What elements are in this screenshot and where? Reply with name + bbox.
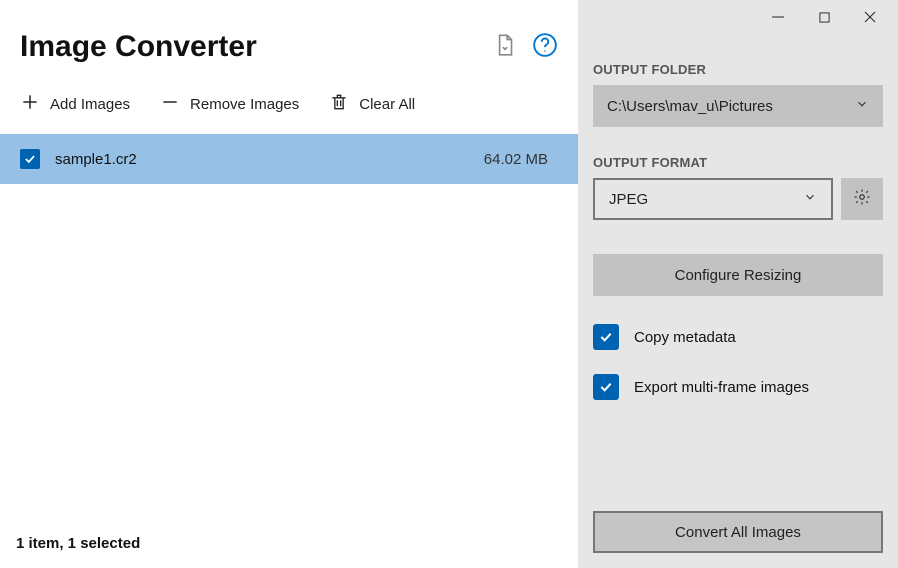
gear-icon (853, 188, 871, 211)
convert-all-label: Convert All Images (675, 524, 801, 541)
clear-all-label: Clear All (359, 96, 415, 113)
output-format-value: JPEG (609, 191, 648, 208)
minimize-button[interactable] (769, 8, 787, 26)
configure-resizing-button[interactable]: Configure Resizing (593, 254, 883, 296)
output-folder-value: C:\Users\mav_u\Pictures (607, 98, 773, 115)
add-images-label: Add Images (50, 96, 130, 113)
output-folder-select[interactable]: C:\Users\mav_u\Pictures (593, 85, 883, 127)
file-list: sample1.cr2 64.02 MB (0, 134, 578, 523)
add-images-button[interactable]: Add Images (20, 92, 130, 116)
remove-images-button[interactable]: Remove Images (160, 92, 299, 116)
check-icon (593, 374, 619, 400)
file-checkbox[interactable] (20, 149, 40, 169)
minus-icon (160, 92, 180, 116)
output-folder-label: OUTPUT FOLDER (593, 62, 883, 77)
file-name: sample1.cr2 (55, 151, 137, 168)
close-button[interactable] (861, 8, 879, 26)
copy-metadata-checkbox[interactable]: Copy metadata (593, 324, 883, 350)
clear-all-button[interactable]: Clear All (329, 92, 415, 116)
configure-resizing-label: Configure Resizing (675, 267, 802, 284)
convert-all-button[interactable]: Convert All Images (593, 511, 883, 553)
page-title: Image Converter (20, 30, 257, 64)
help-icon[interactable] (532, 32, 558, 63)
document-icon[interactable] (492, 32, 518, 63)
output-format-select[interactable]: JPEG (593, 178, 833, 220)
export-multiframe-checkbox[interactable]: Export multi-frame images (593, 374, 883, 400)
chevron-down-icon (803, 190, 817, 208)
maximize-button[interactable] (815, 8, 833, 26)
export-multiframe-label: Export multi-frame images (634, 379, 809, 396)
status-bar: 1 item, 1 selected (0, 523, 578, 568)
list-item[interactable]: sample1.cr2 64.02 MB (0, 134, 578, 184)
remove-images-label: Remove Images (190, 96, 299, 113)
chevron-down-icon (855, 97, 869, 115)
plus-icon (20, 92, 40, 116)
copy-metadata-label: Copy metadata (634, 329, 736, 346)
output-format-label: OUTPUT FORMAT (593, 155, 883, 170)
format-settings-button[interactable] (841, 178, 883, 220)
trash-icon (329, 92, 349, 116)
file-size: 64.02 MB (484, 151, 558, 168)
check-icon (593, 324, 619, 350)
